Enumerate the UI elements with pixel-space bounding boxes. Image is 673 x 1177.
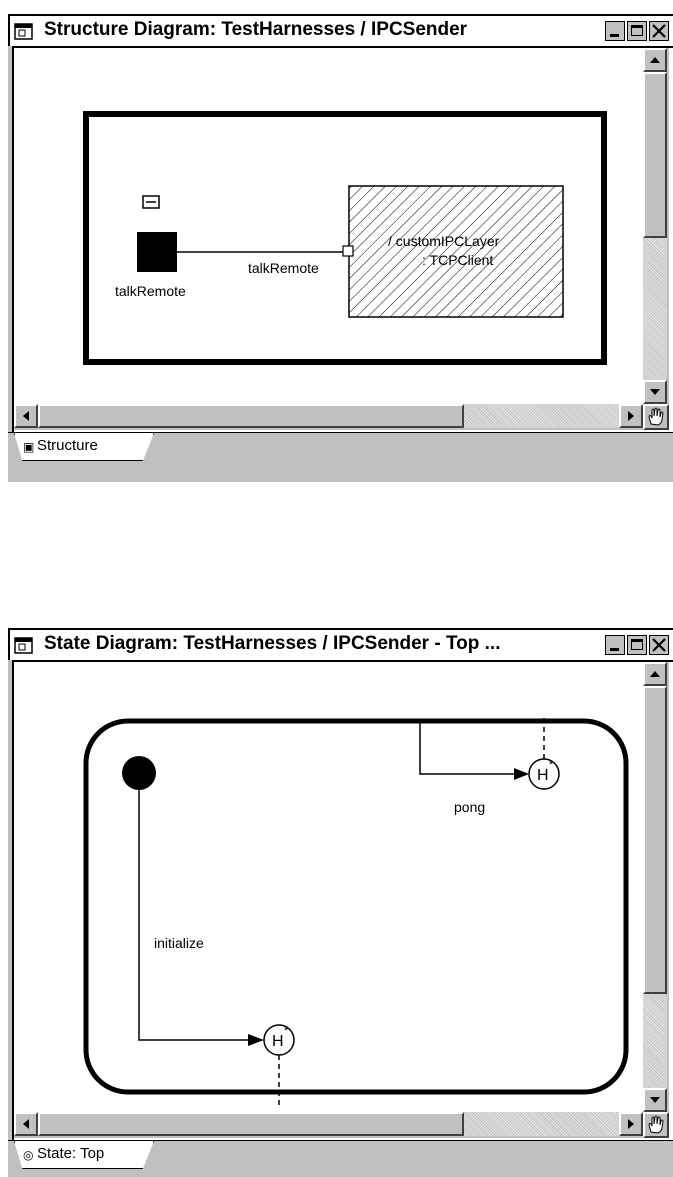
history-connector-upper[interactable]: H * [528, 758, 560, 790]
vertical-scrollbar[interactable] [643, 662, 669, 1112]
scroll-up-icon[interactable] [643, 48, 667, 72]
transition-initialize-label: initialize [154, 935, 204, 951]
structure-icon: ▣ [23, 440, 35, 454]
horizontal-scroll-thumb[interactable] [38, 1112, 464, 1136]
horizontal-scroll-thumb[interactable] [38, 404, 464, 428]
vertical-scroll-thumb[interactable] [643, 72, 667, 238]
connector-label: talkRemote [248, 260, 319, 276]
tab-state-top[interactable]: ◎ State: Top [14, 1141, 154, 1169]
port-talkremote[interactable] [137, 232, 177, 272]
structure-titlebar[interactable]: Structure Diagram: TestHarnesses / IPCSe… [8, 14, 673, 46]
pong-transition[interactable] [419, 721, 527, 775]
scroll-up-icon[interactable] [643, 662, 667, 686]
scroll-right-icon[interactable] [619, 1112, 643, 1136]
capsule-class-label: : TCPClient [422, 252, 493, 268]
transition-pong-label: pong [454, 799, 485, 815]
maximize-icon[interactable] [627, 635, 647, 655]
close-icon[interactable] [649, 21, 669, 41]
tab-state-label: State: Top [37, 1145, 105, 1162]
hand-icon[interactable] [643, 1112, 669, 1138]
end-port[interactable] [342, 245, 354, 257]
close-icon[interactable] [649, 635, 669, 655]
scroll-left-icon[interactable] [14, 404, 38, 428]
structure-frame: talkRemote talkRemote / customIPCLayer :… [8, 46, 673, 432]
structure-tabbar: ▣ Structure [8, 432, 673, 473]
port-icon [142, 195, 160, 209]
state-titlebar[interactable]: State Diagram: TestHarnesses / IPCSender… [8, 628, 673, 660]
scroll-down-icon[interactable] [643, 380, 667, 404]
tab-structure[interactable]: ▣ Structure [14, 433, 154, 461]
horizontal-scrollbar[interactable] [14, 404, 643, 430]
tab-structure-label: Structure [37, 437, 98, 454]
svg-text:*: * [284, 1025, 289, 1037]
initialize-transition[interactable] [138, 773, 262, 1041]
vertical-scroll-thumb[interactable] [643, 686, 667, 994]
scroll-right-icon[interactable] [619, 404, 643, 428]
history-connector-lower[interactable]: H * [263, 1024, 295, 1056]
minimize-icon[interactable] [605, 635, 625, 655]
window-icon [14, 637, 33, 654]
initialize-arrowhead [248, 1034, 264, 1046]
structure-canvas[interactable]: talkRemote talkRemote / customIPCLayer :… [14, 48, 638, 404]
pong-arrowhead [514, 768, 529, 780]
state-frame: initialize H * pong H * [8, 660, 673, 1140]
minimize-icon[interactable] [605, 21, 625, 41]
state-icon: ◎ [23, 1148, 34, 1162]
capsule-role-label: / customIPCLayer [388, 233, 500, 249]
scroll-left-icon[interactable] [14, 1112, 38, 1136]
window-icon [14, 23, 33, 40]
scroll-down-icon[interactable] [643, 1088, 667, 1112]
vertical-scrollbar[interactable] [643, 48, 669, 404]
state-title: State Diagram: TestHarnesses / IPCSender… [44, 633, 501, 654]
state-canvas[interactable]: initialize H * pong H * [14, 662, 638, 1112]
port-label: talkRemote [115, 283, 186, 299]
horizontal-scrollbar[interactable] [14, 1112, 643, 1138]
hand-icon[interactable] [643, 404, 669, 430]
svg-text:H: H [537, 767, 549, 784]
structure-title: Structure Diagram: TestHarnesses / IPCSe… [44, 19, 468, 40]
svg-text:*: * [549, 759, 554, 771]
svg-text:H: H [272, 1033, 284, 1050]
state-window: State Diagram: TestHarnesses / IPCSender… [8, 628, 673, 1177]
state-tabbar: ◎ State: Top [8, 1140, 673, 1177]
maximize-icon[interactable] [627, 21, 647, 41]
structure-window: Structure Diagram: TestHarnesses / IPCSe… [8, 14, 673, 482]
